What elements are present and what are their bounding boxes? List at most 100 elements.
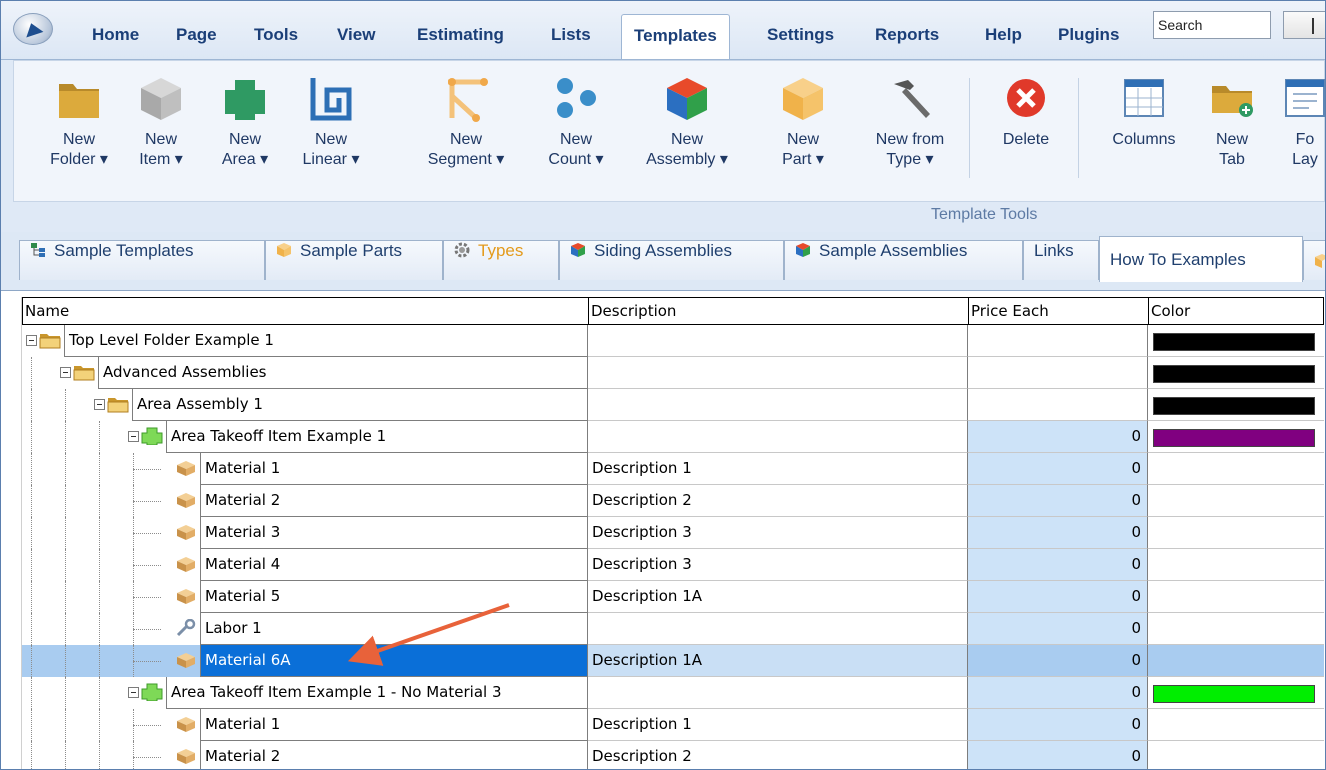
table-row[interactable]: Material 3 Description 30 <box>22 517 1324 549</box>
cell-price-each[interactable]: 0 <box>968 677 1148 709</box>
menu-templates[interactable]: Templates <box>621 14 730 61</box>
search-button[interactable] <box>1283 11 1325 39</box>
column-header-price-each[interactable]: Price Each <box>968 297 1149 325</box>
cell-color[interactable] <box>1148 325 1324 357</box>
cell-price-each[interactable] <box>968 357 1148 389</box>
ribbon-button-columns[interactable]: Columns <box>1099 74 1189 150</box>
cell-description[interactable]: Description 1 <box>588 709 968 741</box>
menu-lists[interactable]: Lists <box>551 25 591 45</box>
menu-reports[interactable]: Reports <box>875 25 939 45</box>
cell-color[interactable] <box>1148 581 1324 613</box>
table-row[interactable]: Top Level Folder Example 1 <box>22 325 1324 357</box>
cell-name[interactable]: Material 1 <box>200 453 588 485</box>
collapse-toggle-icon[interactable] <box>128 687 139 698</box>
ribbon-button-new-area[interactable]: New Area ▾ <box>200 74 290 170</box>
cell-name[interactable]: Area Takeoff Item Example 1 <box>166 421 588 453</box>
ribbon-button-new-item[interactable]: New Item ▾ <box>116 74 206 170</box>
cell-name[interactable]: Area Takeoff Item Example 1 - No Materia… <box>166 677 588 709</box>
cell-color[interactable] <box>1148 389 1324 421</box>
ribbon-button-new-part[interactable]: New Part ▾ <box>758 74 848 170</box>
cell-description[interactable]: Description 2 <box>588 741 968 769</box>
cell-price-each[interactable]: 0 <box>968 485 1148 517</box>
table-row[interactable]: Material 6A Description 1A 0 <box>22 645 1324 677</box>
cell-description[interactable] <box>588 357 968 389</box>
table-row[interactable]: Area Takeoff Item Example 1 - No Materia… <box>22 677 1324 709</box>
cell-color[interactable] <box>1148 645 1324 677</box>
collapse-toggle-icon[interactable] <box>26 335 37 346</box>
cell-color[interactable] <box>1148 741 1324 769</box>
tab-overflow-icon[interactable] <box>1303 240 1325 280</box>
cell-color[interactable] <box>1148 709 1324 741</box>
cell-price-each[interactable]: 0 <box>968 613 1148 645</box>
app-logo-icon[interactable] <box>13 13 53 45</box>
cell-price-each[interactable] <box>968 325 1148 357</box>
column-header-name[interactable]: Name <box>22 297 589 325</box>
ribbon-button-new-folder[interactable]: New Folder ▾ <box>34 74 124 170</box>
cell-price-each[interactable]: 0 <box>968 581 1148 613</box>
menu-view[interactable]: View <box>337 25 375 45</box>
cell-name[interactable]: Labor 1 <box>200 613 588 645</box>
tab-sample-assemblies[interactable]: Sample Assemblies <box>784 240 1023 280</box>
menu-home[interactable]: Home <box>92 25 139 45</box>
table-row[interactable]: Material 2 Description 20 <box>22 741 1324 769</box>
cell-name[interactable]: Material 5 <box>200 581 588 613</box>
tab-sample-parts[interactable]: Sample Parts <box>265 240 443 280</box>
ribbon-button-new-assembly[interactable]: New Assembly ▾ <box>642 74 732 170</box>
cell-description[interactable] <box>588 613 968 645</box>
cell-color[interactable] <box>1148 517 1324 549</box>
ribbon-button-new-linear[interactable]: New Linear ▾ <box>286 74 376 170</box>
menu-settings[interactable]: Settings <box>767 25 834 45</box>
cell-name[interactable]: Material 6A <box>200 645 588 677</box>
search-input[interactable]: Search <box>1153 11 1271 39</box>
cell-description[interactable] <box>588 325 968 357</box>
cell-price-each[interactable]: 0 <box>968 421 1148 453</box>
tab-links[interactable]: Links <box>1023 240 1099 280</box>
menu-estimating[interactable]: Estimating <box>417 25 504 45</box>
tab-sample-templates[interactable]: Sample Templates <box>19 240 265 280</box>
cell-price-each[interactable]: 0 <box>968 549 1148 581</box>
cell-name[interactable]: Material 2 <box>200 485 588 517</box>
cell-name[interactable]: Material 2 <box>200 741 588 769</box>
cell-description[interactable]: Description 3 <box>588 549 968 581</box>
cell-description[interactable]: Description 1 <box>588 453 968 485</box>
cell-color[interactable] <box>1148 453 1324 485</box>
cell-description[interactable]: Description 1A <box>588 645 968 677</box>
tab-how-to-examples[interactable]: How To Examples <box>1099 236 1303 282</box>
cell-name[interactable]: Area Assembly 1 <box>132 389 588 421</box>
cell-color[interactable] <box>1148 485 1324 517</box>
ribbon-button-fo-lay[interactable]: Fo Lay <box>1260 74 1325 170</box>
ribbon-button-new-from-type[interactable]: New from Type ▾ <box>865 74 955 170</box>
cell-name[interactable]: Top Level Folder Example 1 <box>64 325 588 357</box>
column-header-description[interactable]: Description <box>588 297 969 325</box>
cell-price-each[interactable] <box>968 389 1148 421</box>
cell-name[interactable]: Material 3 <box>200 517 588 549</box>
column-header-color[interactable]: Color <box>1148 297 1324 325</box>
cell-description[interactable]: Description 3 <box>588 517 968 549</box>
cell-name[interactable]: Material 1 <box>200 709 588 741</box>
table-row[interactable]: Material 5 Description 1A 0 <box>22 581 1324 613</box>
menu-tools[interactable]: Tools <box>254 25 298 45</box>
cell-price-each[interactable]: 0 <box>968 517 1148 549</box>
cell-description[interactable] <box>588 421 968 453</box>
cell-color[interactable] <box>1148 677 1324 709</box>
table-row[interactable]: Material 1 Description 10 <box>22 709 1324 741</box>
cell-name[interactable]: Advanced Assemblies <box>98 357 588 389</box>
cell-color[interactable] <box>1148 549 1324 581</box>
collapse-toggle-icon[interactable] <box>128 431 139 442</box>
tab-siding-assemblies[interactable]: Siding Assemblies <box>559 240 784 280</box>
table-row[interactable]: Material 4 Description 30 <box>22 549 1324 581</box>
cell-description[interactable] <box>588 389 968 421</box>
table-row[interactable]: Material 1 Description 10 <box>22 453 1324 485</box>
cell-color[interactable] <box>1148 421 1324 453</box>
cell-price-each[interactable]: 0 <box>968 645 1148 677</box>
table-row[interactable]: Area Takeoff Item Example 1 0 <box>22 421 1324 453</box>
ribbon-button-new-segment[interactable]: New Segment ▾ <box>421 74 511 170</box>
cell-price-each[interactable]: 0 <box>968 453 1148 485</box>
table-row[interactable]: Material 2 Description 20 <box>22 485 1324 517</box>
cell-price-each[interactable]: 0 <box>968 709 1148 741</box>
cell-color[interactable] <box>1148 357 1324 389</box>
cell-name[interactable]: Material 4 <box>200 549 588 581</box>
ribbon-button-delete[interactable]: Delete <box>981 74 1071 150</box>
cell-description[interactable] <box>588 677 968 709</box>
table-row[interactable]: Advanced Assemblies <box>22 357 1324 389</box>
